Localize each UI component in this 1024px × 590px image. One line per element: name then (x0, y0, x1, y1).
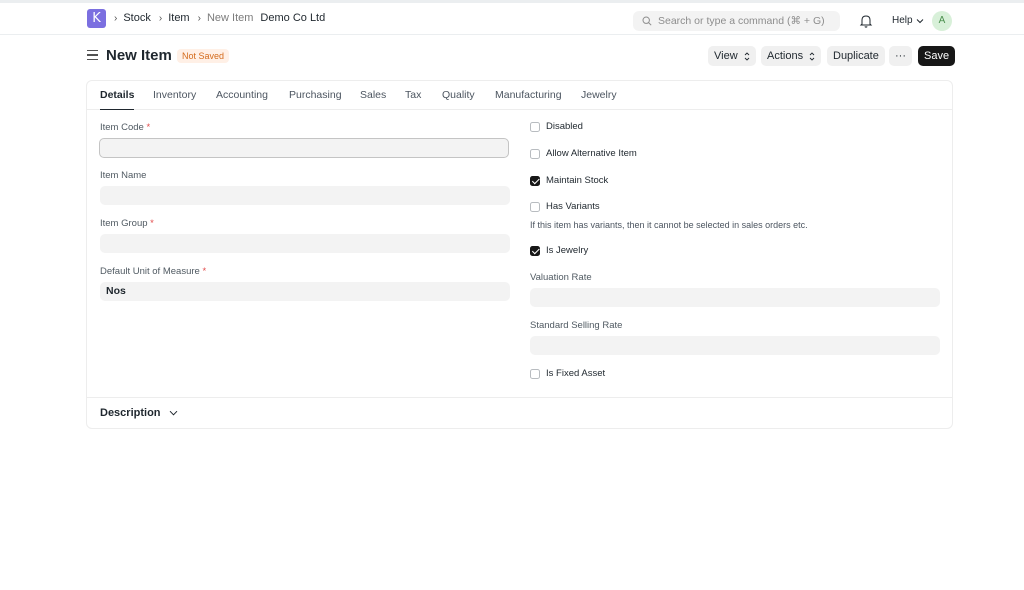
breadcrumb: › Stock › Item › New Item Demo Co Ltd (114, 12, 333, 24)
view-label: View (714, 50, 738, 62)
actions-label: Actions (767, 50, 804, 62)
item-code-label: Item Code * (100, 122, 151, 133)
allow-alternative-label: Allow Alternative Item (546, 148, 637, 159)
breadcrumb-item[interactable]: Item (168, 12, 189, 24)
item-form-card: Details Inventory Accounting Purchasing … (86, 80, 953, 429)
app-logo[interactable]: K (87, 9, 106, 28)
standard-selling-rate-input[interactable] (530, 336, 940, 355)
tab-manufacturing[interactable]: Manufacturing (495, 89, 562, 110)
tab-accounting[interactable]: Accounting (216, 89, 268, 110)
updown-icon (809, 51, 815, 61)
tab-quality[interactable]: Quality (442, 89, 475, 110)
disabled-label: Disabled (546, 121, 583, 132)
page-title: New Item (106, 47, 172, 64)
chevron-down-icon (916, 18, 923, 23)
standard-selling-rate-label: Standard Selling Rate (530, 320, 623, 331)
breadcrumb-stock[interactable]: Stock (123, 12, 151, 24)
item-code-input[interactable] (99, 138, 509, 158)
actions-button[interactable]: Actions (761, 46, 822, 66)
save-button[interactable]: Save (918, 46, 956, 66)
description-label: Description (100, 407, 161, 419)
chevron-right-icon: › (158, 12, 163, 24)
has-variants-label: Has Variants (546, 201, 600, 212)
section-divider (87, 397, 952, 398)
more-options-button[interactable]: ··· (889, 46, 912, 66)
is-jewelry-label: Is Jewelry (546, 245, 589, 256)
help-label: Help (892, 15, 913, 26)
has-variants-checkbox[interactable]: Has Variants (530, 201, 600, 212)
help-menu[interactable]: Help (892, 15, 924, 26)
uom-input[interactable]: Nos (100, 282, 510, 301)
checkbox-box[interactable] (530, 148, 540, 159)
checkbox-box[interactable] (530, 201, 540, 212)
chevron-right-icon: › (114, 12, 118, 24)
search-placeholder: Search or type a command (⌘ + G) (658, 15, 825, 27)
search-bar[interactable]: Search or type a command (⌘ + G) (633, 11, 840, 31)
checkbox-box-checked[interactable] (530, 175, 540, 186)
has-variants-help-text: If this item has variants, then it canno… (530, 220, 808, 230)
view-button[interactable]: View (708, 46, 756, 66)
chevron-down-icon (169, 410, 177, 416)
checkbox-box[interactable] (530, 368, 540, 379)
item-group-input[interactable] (100, 234, 510, 253)
item-name-input[interactable] (100, 186, 510, 205)
form-tabs: Details Inventory Accounting Purchasing … (87, 81, 952, 110)
sidebar-toggle-icon[interactable] (87, 50, 98, 60)
breadcrumb-new-item: New Item (206, 12, 254, 24)
valuation-rate-input[interactable] (530, 288, 940, 307)
tab-tax[interactable]: Tax (405, 89, 421, 110)
item-group-label: Item Group * (100, 218, 154, 229)
maintain-stock-label: Maintain Stock (546, 175, 609, 186)
tab-inventory[interactable]: Inventory (153, 89, 196, 110)
allow-alternative-checkbox[interactable]: Allow Alternative Item (530, 148, 637, 159)
bell-icon[interactable] (859, 13, 873, 29)
checkbox-box[interactable] (530, 121, 540, 132)
disabled-checkbox[interactable]: Disabled (530, 121, 583, 132)
uom-label: Default Unit of Measure * (100, 266, 207, 277)
checkbox-box-checked[interactable] (530, 245, 540, 256)
search-icon (642, 16, 652, 26)
is-fixed-asset-label: Is Fixed Asset (546, 368, 606, 379)
tab-sales[interactable]: Sales (360, 89, 386, 110)
item-name-label: Item Name (100, 170, 147, 181)
chevron-right-icon: › (197, 12, 201, 24)
description-section-header[interactable]: Description (100, 407, 178, 419)
status-badge: Not Saved (177, 49, 230, 63)
is-jewelry-checkbox[interactable]: Is Jewelry (530, 245, 588, 256)
duplicate-button[interactable]: Duplicate (827, 46, 885, 66)
avatar[interactable]: A (932, 11, 952, 31)
tab-details[interactable]: Details (100, 89, 135, 110)
is-fixed-asset-checkbox[interactable]: Is Fixed Asset (530, 368, 605, 379)
top-navbar: K › Stock › Item › New Item Demo Co Ltd … (0, 0, 1024, 35)
valuation-rate-label: Valuation Rate (530, 272, 592, 283)
tab-jewelry[interactable]: Jewelry (581, 89, 617, 110)
tab-purchasing[interactable]: Purchasing (289, 89, 342, 110)
updown-icon (744, 51, 749, 61)
maintain-stock-checkbox[interactable]: Maintain Stock (530, 175, 608, 186)
company-name: Demo Co Ltd (260, 12, 326, 24)
